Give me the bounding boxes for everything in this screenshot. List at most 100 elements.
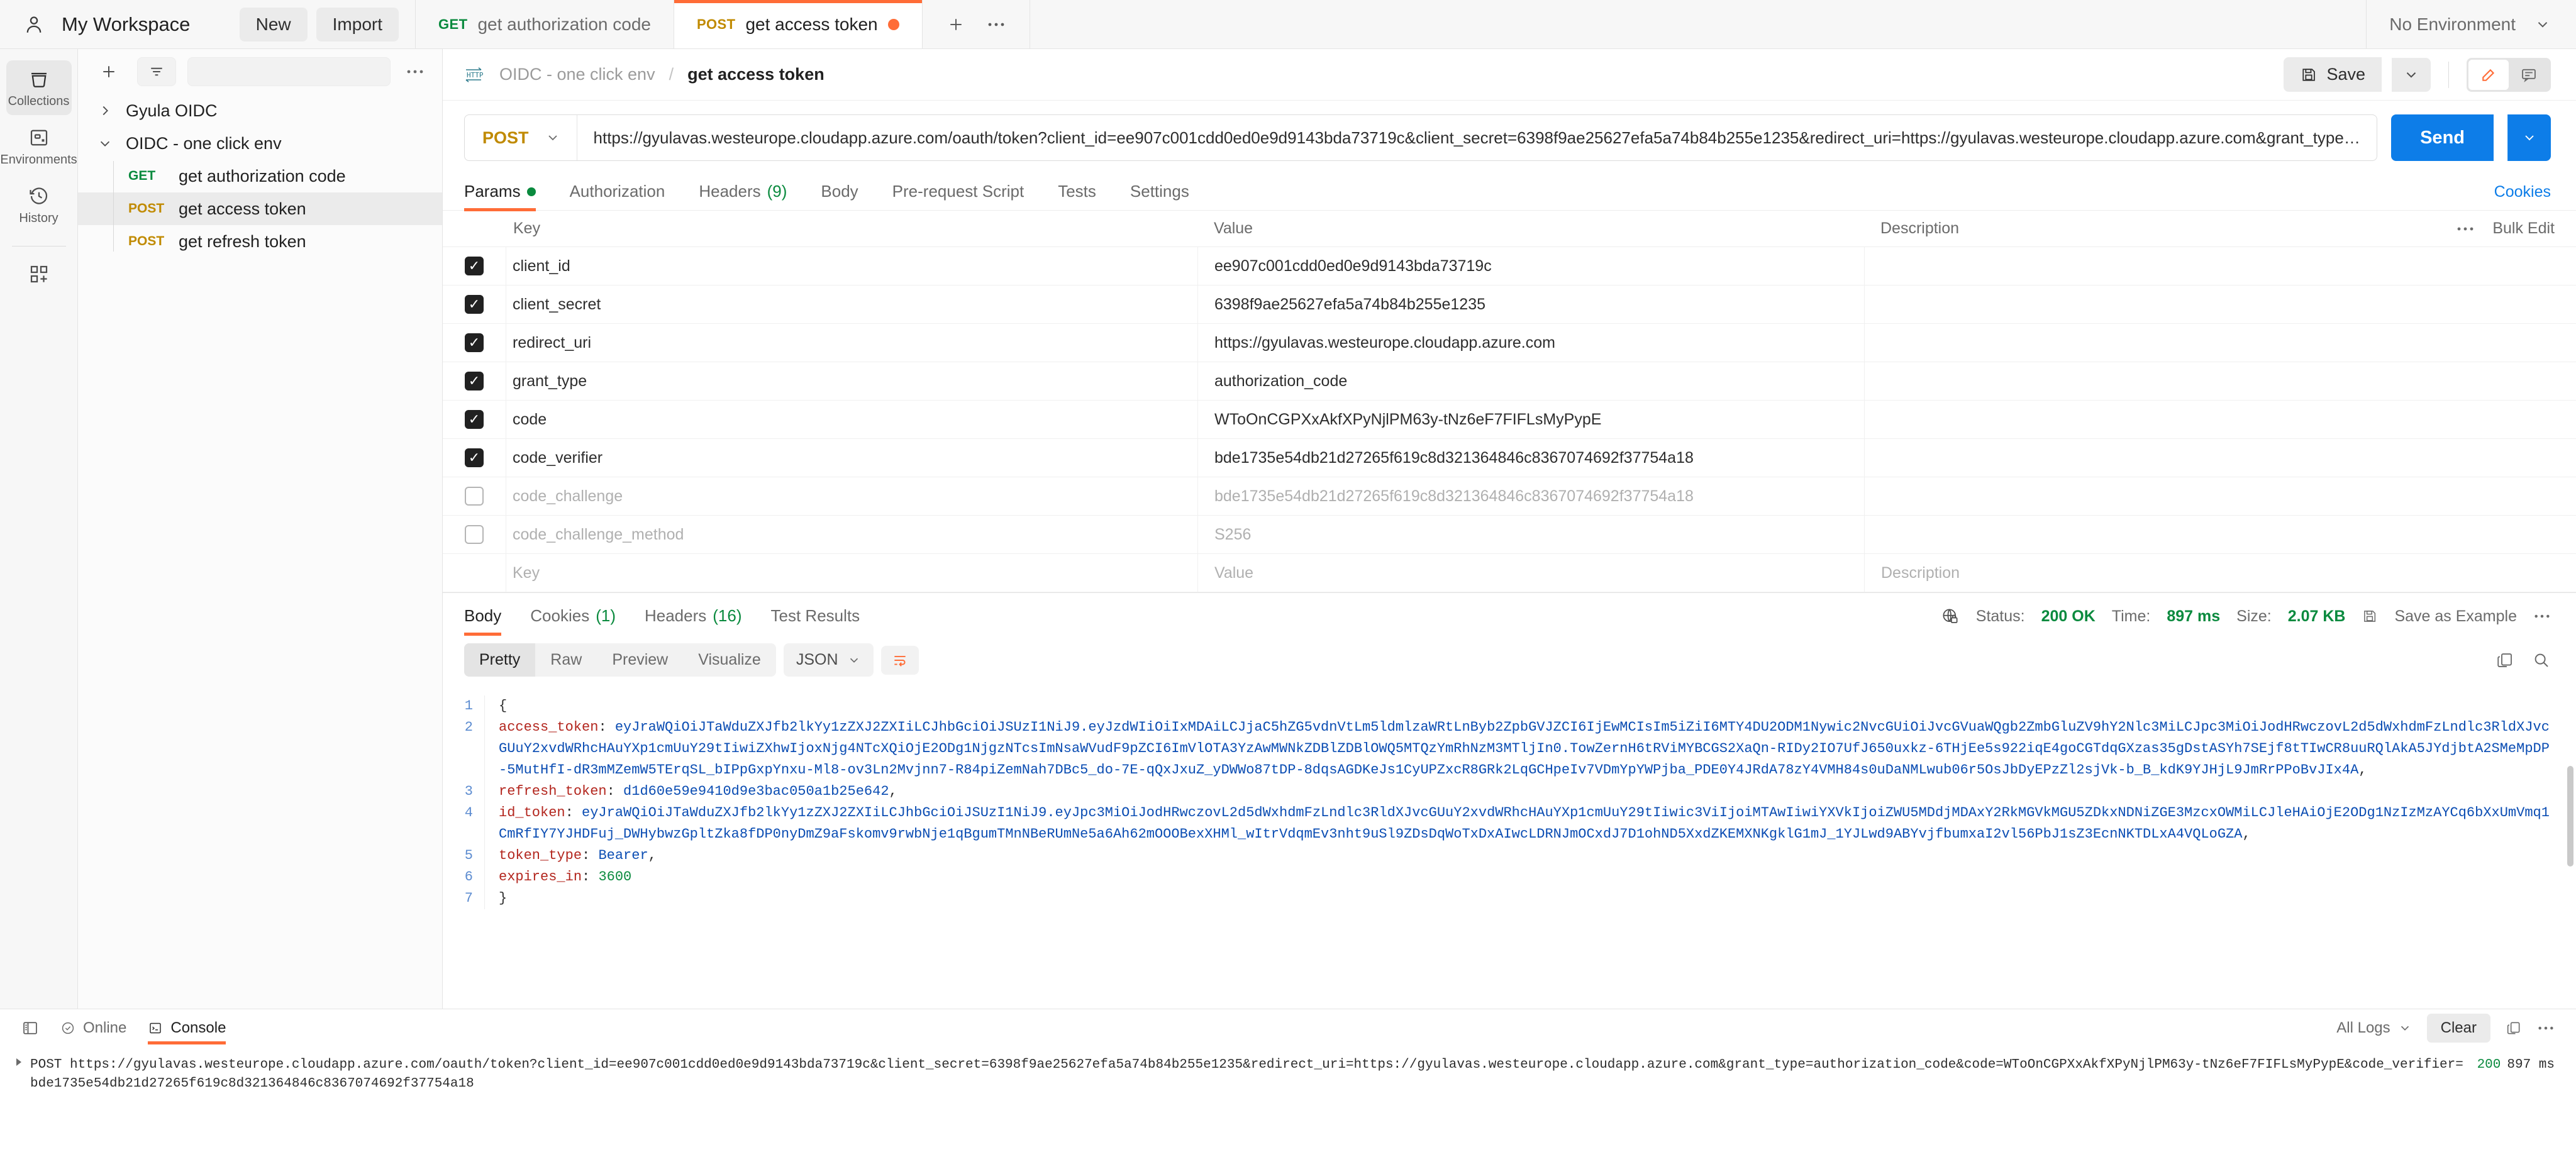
tab-test-results[interactable]: Test Results — [771, 606, 860, 634]
row-checkbox[interactable] — [465, 448, 484, 467]
pencil-icon[interactable] — [2468, 59, 2509, 90]
request-tab-get-authorization-code[interactable]: GET get authorization code — [416, 0, 674, 48]
param-description[interactable] — [1864, 516, 2576, 553]
tab-settings[interactable]: Settings — [1130, 182, 1189, 210]
table-row[interactable]: redirect_uri https://gyulavas.westeurope… — [443, 324, 2576, 362]
param-key-placeholder[interactable]: Key — [506, 554, 1197, 592]
rail-add-button[interactable] — [6, 255, 72, 292]
param-key[interactable]: grant_type — [506, 362, 1197, 400]
table-row[interactable]: code_challenge_method S256 — [443, 516, 2576, 554]
param-key[interactable]: client_secret — [506, 285, 1197, 323]
row-checkbox[interactable] — [465, 295, 484, 314]
param-description[interactable] — [1864, 401, 2576, 438]
save-options-button[interactable] — [2392, 57, 2431, 92]
param-key[interactable]: redirect_uri — [506, 324, 1197, 362]
ellipsis-icon[interactable] — [2537, 1024, 2555, 1032]
plus-icon[interactable] — [92, 57, 126, 86]
tab-body[interactable]: Body — [821, 182, 858, 210]
log-filter-select[interactable]: All Logs — [2336, 1019, 2411, 1037]
table-row[interactable]: client_secret 6398f9ae25627efa5a74b84b25… — [443, 285, 2576, 324]
row-checkbox[interactable] — [465, 410, 484, 429]
param-key[interactable]: code_verifier — [506, 439, 1197, 477]
tab-params[interactable]: Params — [464, 182, 536, 211]
row-checkbox[interactable] — [465, 487, 484, 506]
sidebar-item-environments[interactable]: Environments — [0, 119, 77, 174]
copy-icon[interactable] — [2496, 651, 2514, 670]
comment-icon[interactable] — [2509, 60, 2549, 90]
copy-icon[interactable] — [2506, 1020, 2522, 1036]
triangle-right-icon[interactable] — [14, 1056, 24, 1152]
request-tab-get-access-token[interactable]: POST get access token — [674, 0, 923, 48]
param-value[interactable]: S256 — [1197, 516, 1864, 553]
param-description[interactable] — [1864, 477, 2576, 515]
clear-console-button[interactable]: Clear — [2426, 1014, 2490, 1043]
plus-icon[interactable] — [939, 10, 973, 39]
row-checkbox[interactable] — [465, 333, 484, 352]
param-value[interactable]: https://gyulavas.westeurope.cloudapp.azu… — [1197, 324, 1864, 362]
param-value[interactable]: ee907c001cdd0ed0e9d9143bda73719c — [1197, 247, 1864, 285]
view-pretty[interactable]: Pretty — [464, 643, 536, 677]
console-tab[interactable]: Console — [148, 1009, 226, 1047]
param-key[interactable]: client_id — [506, 247, 1197, 285]
param-value[interactable]: bde1735e54db21d27265f619c8d321364846c836… — [1197, 439, 1864, 477]
layout-icon[interactable] — [21, 1019, 39, 1037]
table-row-empty[interactable]: Key Value Description — [443, 554, 2576, 592]
search-input[interactable] — [187, 57, 391, 86]
ellipsis-icon[interactable] — [979, 16, 1013, 33]
tab-response-body[interactable]: Body — [464, 606, 502, 636]
request-item-get-authorization-code[interactable]: GET get authorization code — [78, 160, 442, 192]
param-value[interactable]: bde1735e54db21d27265f619c8d321364846c836… — [1197, 477, 1864, 515]
filter-icon[interactable] — [137, 57, 176, 86]
environment-selector[interactable]: No Environment — [2366, 0, 2576, 48]
save-button[interactable]: Save — [2284, 57, 2382, 92]
row-checkbox[interactable] — [465, 257, 484, 275]
param-description[interactable] — [1864, 285, 2576, 323]
row-checkbox[interactable] — [465, 525, 484, 544]
import-button[interactable]: Import — [316, 7, 399, 42]
table-row[interactable]: code_challenge bde1735e54db21d27265f619c… — [443, 477, 2576, 516]
ellipsis-icon[interactable] — [2456, 225, 2475, 233]
request-item-get-access-token[interactable]: POST get access token — [78, 192, 442, 225]
save-as-example-button[interactable]: Save as Example — [2394, 607, 2517, 626]
param-value-placeholder[interactable]: Value — [1197, 554, 1864, 592]
tab-response-headers[interactable]: Headers (16) — [645, 606, 742, 634]
new-button[interactable]: New — [239, 7, 308, 42]
send-button[interactable]: Send — [2391, 114, 2494, 161]
table-row[interactable]: code WToOnCGPXxAkfXPyNjlPM63y-tNz6eF7FIF… — [443, 401, 2576, 439]
ellipsis-icon[interactable] — [402, 68, 428, 75]
cookies-link[interactable]: Cookies — [2494, 183, 2551, 210]
tab-authorization[interactable]: Authorization — [570, 182, 665, 210]
param-key[interactable]: code_challenge — [506, 477, 1197, 515]
param-value[interactable]: 6398f9ae25627efa5a74b84b255e1235 — [1197, 285, 1864, 323]
wrap-lines-icon[interactable] — [880, 645, 919, 675]
param-description[interactable] — [1864, 324, 2576, 362]
tab-response-cookies[interactable]: Cookies (1) — [530, 606, 616, 634]
table-row[interactable]: grant_type authorization_code — [443, 362, 2576, 401]
view-raw[interactable]: Raw — [535, 643, 597, 677]
ellipsis-icon[interactable] — [2533, 612, 2551, 620]
param-value[interactable]: WToOnCGPXxAkfXPyNjlPM63y-tNz6eF7FIFLsMyP… — [1197, 401, 1864, 438]
response-body-viewer[interactable]: 1 { 2 access_token: eyJraWQiOiJTaWduZXJf… — [443, 684, 2576, 1009]
view-preview[interactable]: Preview — [597, 643, 683, 677]
tab-headers[interactable]: Headers (9) — [699, 182, 787, 210]
url-input[interactable]: https://gyulavas.westeurope.cloudapp.azu… — [577, 128, 2377, 148]
table-row[interactable]: client_id ee907c001cdd0ed0e9d9143bda7371… — [443, 247, 2576, 285]
search-icon[interactable] — [2532, 651, 2551, 670]
param-value[interactable]: authorization_code — [1197, 362, 1864, 400]
param-description[interactable] — [1864, 247, 2576, 285]
view-visualize[interactable]: Visualize — [683, 643, 776, 677]
response-scrollbar[interactable] — [2567, 766, 2573, 867]
sidebar-item-history[interactable]: History — [6, 177, 72, 232]
param-description-placeholder[interactable]: Description — [1864, 554, 2576, 592]
breadcrumb-parent[interactable]: OIDC - one click env — [499, 65, 655, 84]
online-status[interactable]: Online — [60, 1009, 126, 1047]
collection-oidc-one-click-env[interactable]: OIDC - one click env — [78, 127, 442, 160]
console-log-entry[interactable]: POST https://gyulavas.westeurope.cloudap… — [0, 1047, 2576, 1152]
row-checkbox[interactable] — [465, 372, 484, 390]
send-options-button[interactable] — [2507, 114, 2551, 161]
sidebar-item-collections[interactable]: Collections — [6, 60, 72, 115]
tab-pre-request-script[interactable]: Pre-request Script — [892, 182, 1024, 210]
param-key[interactable]: code_challenge_method — [506, 516, 1197, 553]
bulk-edit-link[interactable]: Bulk Edit — [2492, 219, 2555, 238]
table-row[interactable]: code_verifier bde1735e54db21d27265f619c8… — [443, 439, 2576, 477]
